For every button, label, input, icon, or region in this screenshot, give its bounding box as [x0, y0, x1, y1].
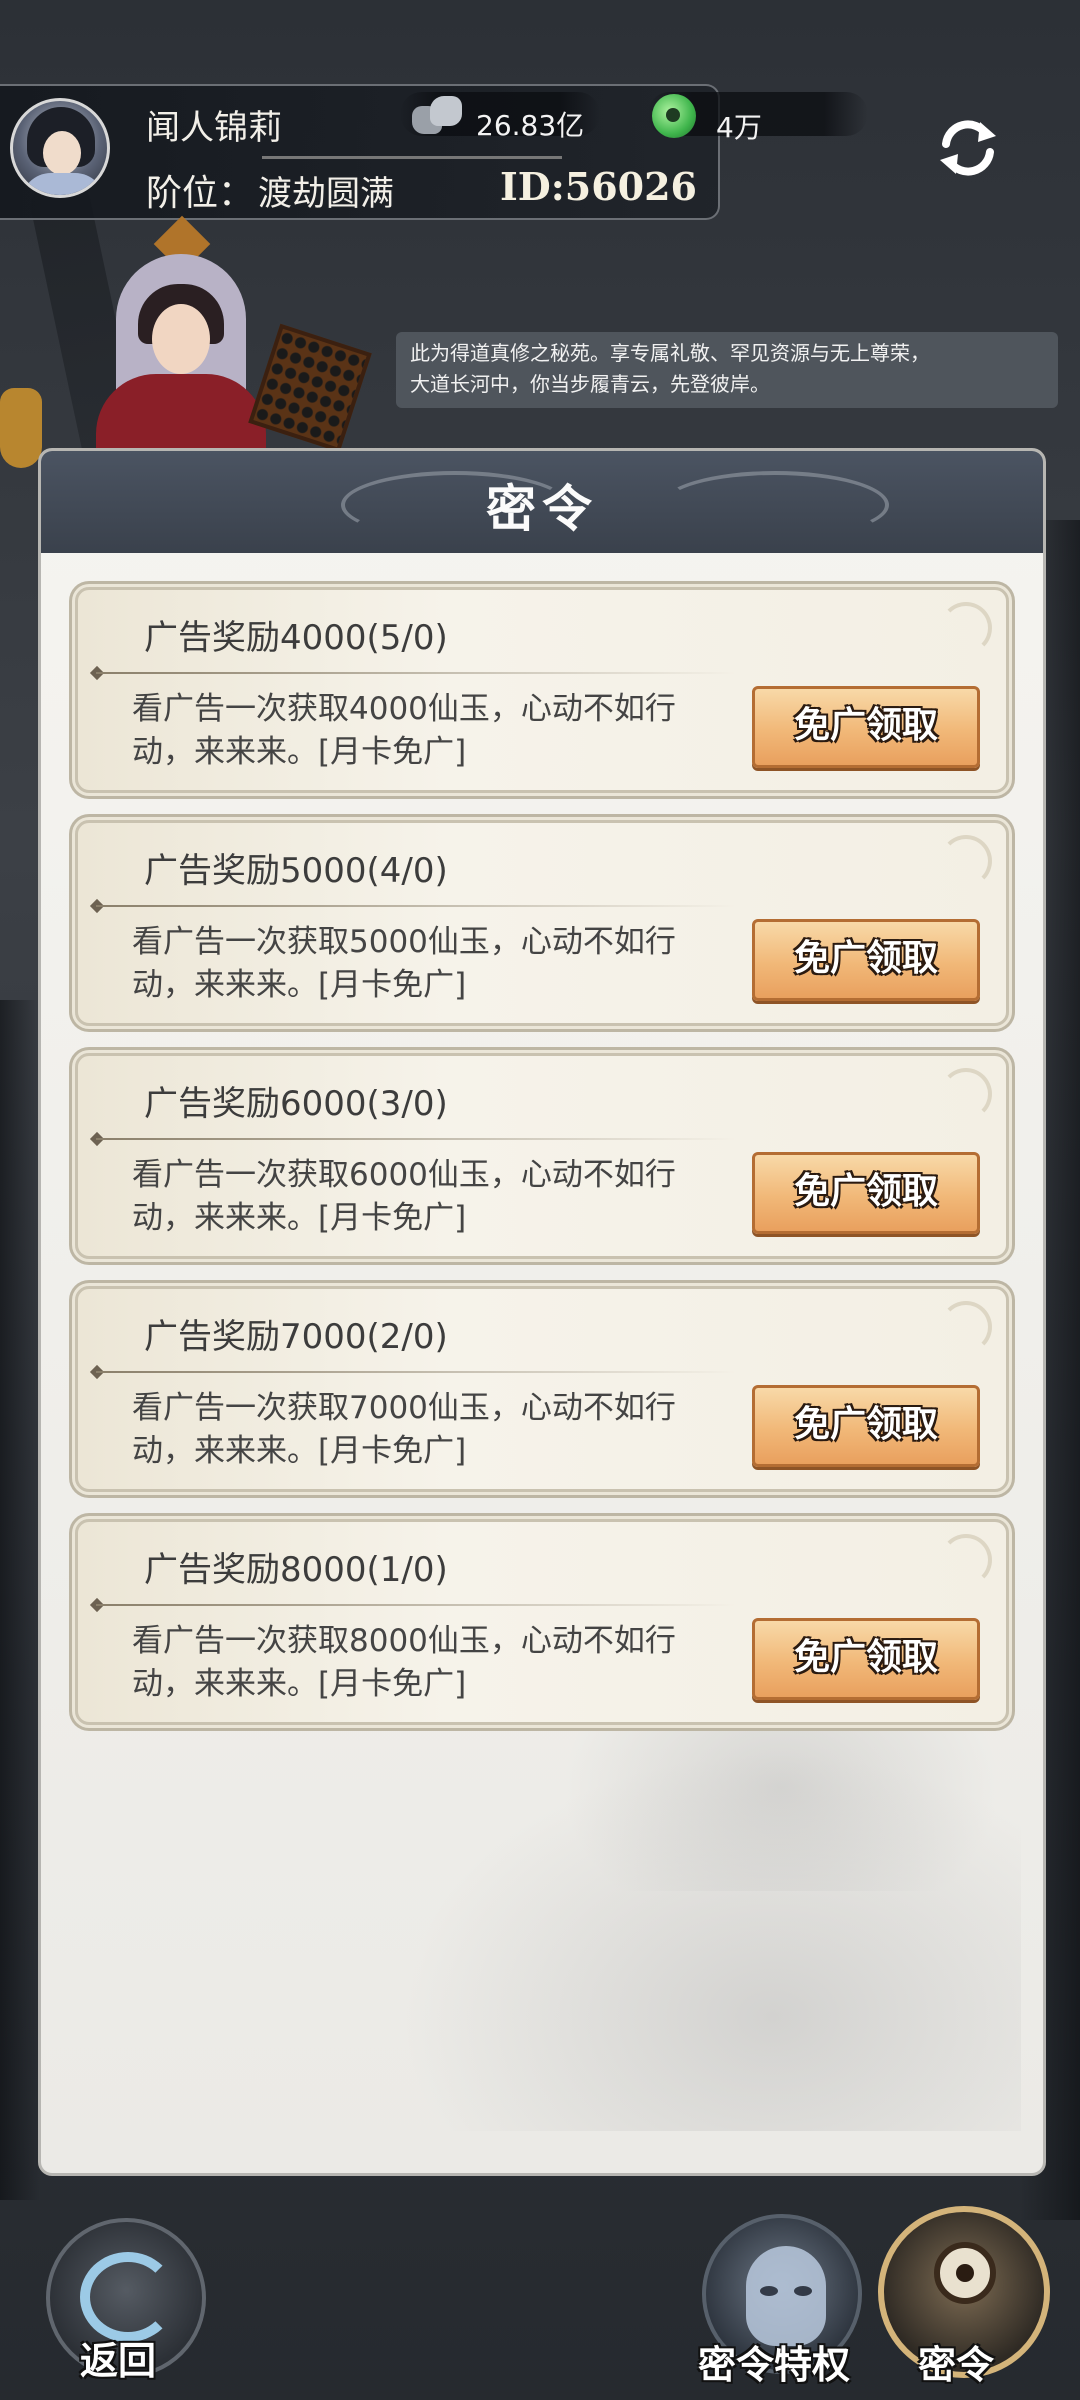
rank-label: 阶位：: [146, 173, 255, 214]
mountain-mist: [401, 1751, 1021, 2131]
player-info-bar: 闻人锦莉 阶位： 渡劫圆满 ID:56026: [0, 84, 720, 220]
reward-description: 看广告一次获取8000仙玉，心动不如行动，来来来。[月卡免广]: [132, 1623, 676, 1702]
reward-card: 广告奖励8000(1/0) 看广告一次获取8000仙玉，心动不如行动，来来来。[…: [75, 1519, 1009, 1725]
divider: [262, 156, 562, 159]
claim-button[interactable]: 免广领取: [752, 919, 980, 1001]
mask-icon: [746, 2246, 826, 2346]
divider: [96, 1604, 736, 1606]
reward-title: 广告奖励8000(1/0): [144, 1550, 448, 1590]
divider: [96, 672, 736, 674]
refresh-icon[interactable]: [936, 116, 1000, 180]
rank-value: 渡劫圆满: [258, 174, 394, 214]
secret-order-label[interactable]: 密令: [918, 2334, 994, 2389]
player-name: 闻人锦莉: [146, 108, 282, 148]
dialogue-line-2: 大道长河中，你当步履青云，先登彼岸。: [410, 372, 770, 396]
spirit-stone-amount: 26.83亿: [476, 109, 585, 142]
claim-button[interactable]: 免广领取: [752, 686, 980, 768]
abacus-icon: [248, 323, 372, 453]
secret-order-panel: 密令 广告奖励4000(5/0) 看广告一次获取4000仙玉，心动不如行动，来来…: [38, 448, 1046, 2176]
divider: [96, 905, 736, 907]
player-id: ID:56026: [500, 164, 697, 209]
swirl-icon: [80, 2252, 176, 2342]
reward-title: 广告奖励7000(2/0): [144, 1317, 448, 1357]
privilege-label[interactable]: 密令特权: [698, 2334, 850, 2389]
reward-description: 看广告一次获取6000仙玉，心动不如行动，来来来。[月卡免广]: [132, 1157, 676, 1236]
reward-description: 看广告一次获取4000仙玉，心动不如行动，来来来。[月卡免广]: [132, 691, 676, 770]
eye-icon: [934, 2242, 996, 2304]
coin-bag-icon: [0, 388, 42, 468]
reward-title: 广告奖励5000(4/0): [144, 851, 448, 891]
reward-card: 广告奖励4000(5/0) 看广告一次获取4000仙玉，心动不如行动，来来来。[…: [75, 587, 1009, 793]
npc-dialogue: 此为得道真修之秘苑。享专属礼敬、罕见资源与无上尊荣， 大道长河中，你当步履青云，…: [396, 332, 1058, 408]
reward-description: 看广告一次获取5000仙玉，心动不如行动，来来来。[月卡免广]: [132, 924, 676, 1003]
spirit-stone-icon: [410, 90, 464, 138]
jade-amount: 4万: [716, 111, 762, 144]
reward-title: 广告奖励6000(3/0): [144, 1084, 448, 1124]
reward-card: 广告奖励5000(4/0) 看广告一次获取5000仙玉，心动不如行动，来来来。[…: [75, 820, 1009, 1026]
background-branch-left: [0, 1000, 40, 2200]
back-label[interactable]: 返回: [80, 2330, 156, 2385]
jade-icon: [652, 94, 696, 138]
reward-card: 广告奖励7000(2/0) 看广告一次获取7000仙玉，心动不如行动，来来来。[…: [75, 1286, 1009, 1492]
avatar[interactable]: [10, 98, 110, 198]
claim-button[interactable]: 免广领取: [752, 1618, 980, 1700]
reward-card: 广告奖励6000(3/0) 看广告一次获取6000仙玉，心动不如行动，来来来。[…: [75, 1053, 1009, 1259]
reward-description: 看广告一次获取7000仙玉，心动不如行动，来来来。[月卡免广]: [132, 1390, 676, 1469]
claim-button[interactable]: 免广领取: [752, 1152, 980, 1234]
dialogue-line-1: 此为得道真修之秘苑。享专属礼敬、罕见资源与无上尊荣，: [410, 341, 930, 365]
divider: [96, 1371, 736, 1373]
claim-button[interactable]: 免广领取: [752, 1385, 980, 1467]
merchant-npc: [96, 215, 266, 454]
panel-title: 密令: [486, 479, 598, 538]
panel-header: 密令: [41, 451, 1043, 553]
divider: [96, 1138, 736, 1140]
reward-title: 广告奖励4000(5/0): [144, 618, 448, 658]
